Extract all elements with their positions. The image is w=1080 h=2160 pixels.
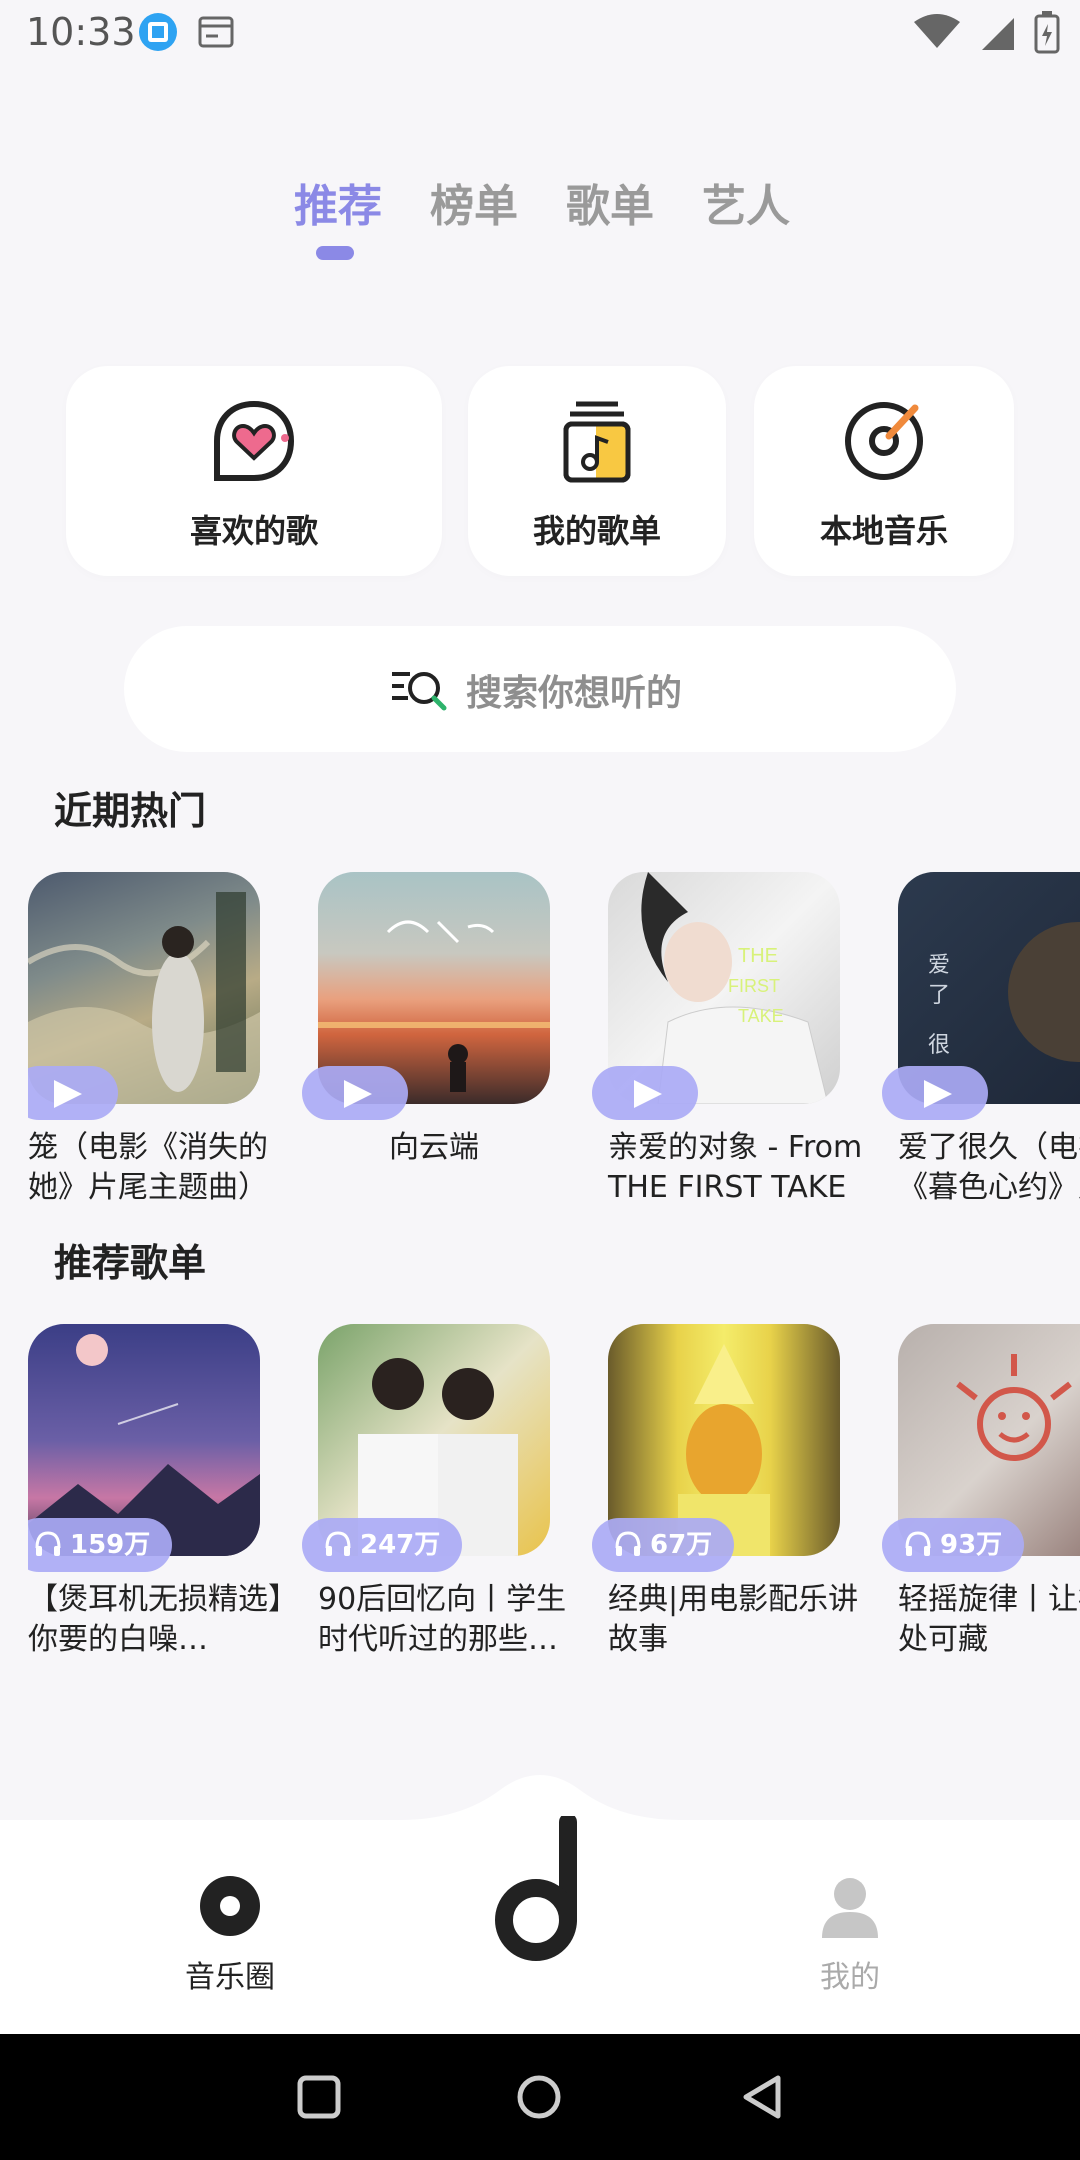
tab-indicator (316, 246, 354, 260)
favorite-songs-card[interactable]: 喜欢的歌 (66, 366, 442, 576)
user-icon (822, 1878, 878, 1938)
play-count-badge: 67万 (592, 1518, 735, 1572)
status-time: 10:33 (26, 10, 136, 54)
song-card[interactable]: THE FIRST TAKE 亲爱的对象 - From THE FIRST TA… (592, 872, 862, 1205)
status-bar: 10:33 (0, 0, 1080, 64)
playlist-title: 经典|用电影配乐讲故事 (608, 1582, 859, 1657)
svg-text:了: 了 (928, 983, 950, 1008)
playlist-title: 90后回忆向丨学生时代听过的那些… (318, 1582, 567, 1657)
headphones-icon (325, 1531, 351, 1556)
local-music-card[interactable]: 本地音乐 (754, 366, 1014, 576)
tab-recommend[interactable]: 推荐 (294, 170, 382, 234)
song-title: 爱了很久（电视剧《暮色心约》片 (898, 1130, 1080, 1205)
battery-icon (1034, 11, 1060, 54)
playlist-icon (563, 401, 631, 483)
heart-chat-icon (214, 400, 295, 481)
recent-apps-icon[interactable] (296, 2074, 342, 2120)
song-card[interactable]: 笼（电影《消失的她》片尾主题曲） (28, 872, 268, 1205)
app-logo-icon (495, 1813, 577, 1961)
signal-icon (982, 18, 1014, 50)
playlist-card[interactable]: 67万 经典|用电影配乐讲故事 (592, 1324, 858, 1657)
nav-music-circle-label: 音乐圈 (185, 1960, 275, 1995)
song-title: 亲爱的对象 - From THE FIRST TAKE (608, 1130, 863, 1205)
song-title: 笼（电影《消失的她》片尾主题曲） (28, 1130, 268, 1205)
play-count-badge: 159万 (28, 1518, 173, 1572)
nav-mine-label: 我的 (820, 1960, 880, 1995)
svg-text:TAKE: TAKE (738, 1006, 784, 1026)
vinyl-icon (845, 402, 923, 480)
my-playlists-card[interactable]: 我的歌单 (468, 366, 726, 576)
nav-mine[interactable]: 我的 (810, 1874, 890, 1996)
search-bar[interactable]: 搜索你想听的 (124, 626, 956, 752)
playlists-row: 159万 【煲耳机无损精选】你要的白噪… 247万 90后回忆向丨学生时代听过的… (28, 1324, 1080, 1684)
playlist-title: 【煲耳机无损精选】你要的白噪… (28, 1582, 298, 1657)
song-card[interactable]: 爱 了 很 爱了很久（电视剧《暮色心约》片 (882, 872, 1080, 1205)
play-icon (54, 1080, 82, 1108)
headphones-icon (35, 1531, 61, 1556)
svg-text:FIRST: FIRST (728, 976, 780, 996)
top-tabs: 推荐 榜单 歌单 艺人 (0, 160, 1080, 270)
play-count: 247万 (360, 1530, 441, 1560)
play-count-badge: 93万 (882, 1518, 1025, 1572)
record-icon (200, 1876, 260, 1936)
svg-text:爱: 爱 (928, 953, 950, 978)
window-icon (198, 16, 234, 48)
svg-text:很: 很 (928, 1033, 950, 1058)
play-button[interactable] (882, 1066, 988, 1120)
local-music-label: 本地音乐 (819, 512, 948, 550)
section-recommended-title: 推荐歌单 (54, 1241, 207, 1285)
play-count: 93万 (940, 1530, 1003, 1560)
nav-center-button[interactable] (480, 1813, 600, 1970)
play-count: 67万 (650, 1530, 713, 1560)
search-icon (392, 672, 447, 711)
song-title: 向云端 (389, 1130, 479, 1165)
headphones-icon (615, 1531, 641, 1556)
play-count-badge: 247万 (302, 1518, 463, 1572)
system-nav-bar (0, 2034, 1080, 2160)
tab-artists[interactable]: 艺人 (702, 170, 790, 234)
bottom-nav: 音乐圈 我的 (0, 1760, 1080, 2034)
tab-charts[interactable]: 榜单 (430, 170, 518, 234)
play-button[interactable] (28, 1066, 118, 1120)
play-count: 159万 (70, 1530, 151, 1560)
back-icon[interactable] (740, 2074, 786, 2120)
wifi-icon (914, 14, 960, 48)
playlist-card[interactable]: 93万 轻摇旋律丨让疲惫无处可藏 (882, 1324, 1080, 1657)
app-badge-icon (139, 13, 177, 51)
song-card[interactable]: 向云端 (302, 872, 550, 1165)
my-playlists-label: 我的歌单 (532, 512, 661, 550)
svg-text:THE: THE (738, 945, 778, 967)
play-button[interactable] (592, 1066, 698, 1120)
headphones-icon (905, 1531, 931, 1556)
playlist-title: 轻摇旋律丨让疲惫无处可藏 (898, 1582, 1080, 1657)
play-icon (344, 1080, 372, 1108)
play-icon (924, 1080, 952, 1108)
playlist-card[interactable]: 159万 【煲耳机无损精选】你要的白噪… (28, 1324, 298, 1657)
play-icon (634, 1080, 662, 1108)
hot-songs-row: 笼（电影《消失的她》片尾主题曲） 向云端 THE FIRST TAKE 亲爱的对… (28, 872, 1080, 1232)
section-hot-title: 近期热门 (54, 789, 207, 833)
home-icon[interactable] (516, 2074, 562, 2120)
nav-music-circle[interactable]: 音乐圈 (180, 1874, 280, 1996)
playlist-card[interactable]: 247万 90后回忆向丨学生时代听过的那些… (302, 1324, 566, 1657)
play-button[interactable] (302, 1066, 408, 1120)
search-placeholder: 搜索你想听的 (466, 673, 683, 714)
tab-playlists[interactable]: 歌单 (566, 170, 654, 234)
favorite-songs-label: 喜欢的歌 (189, 512, 318, 550)
